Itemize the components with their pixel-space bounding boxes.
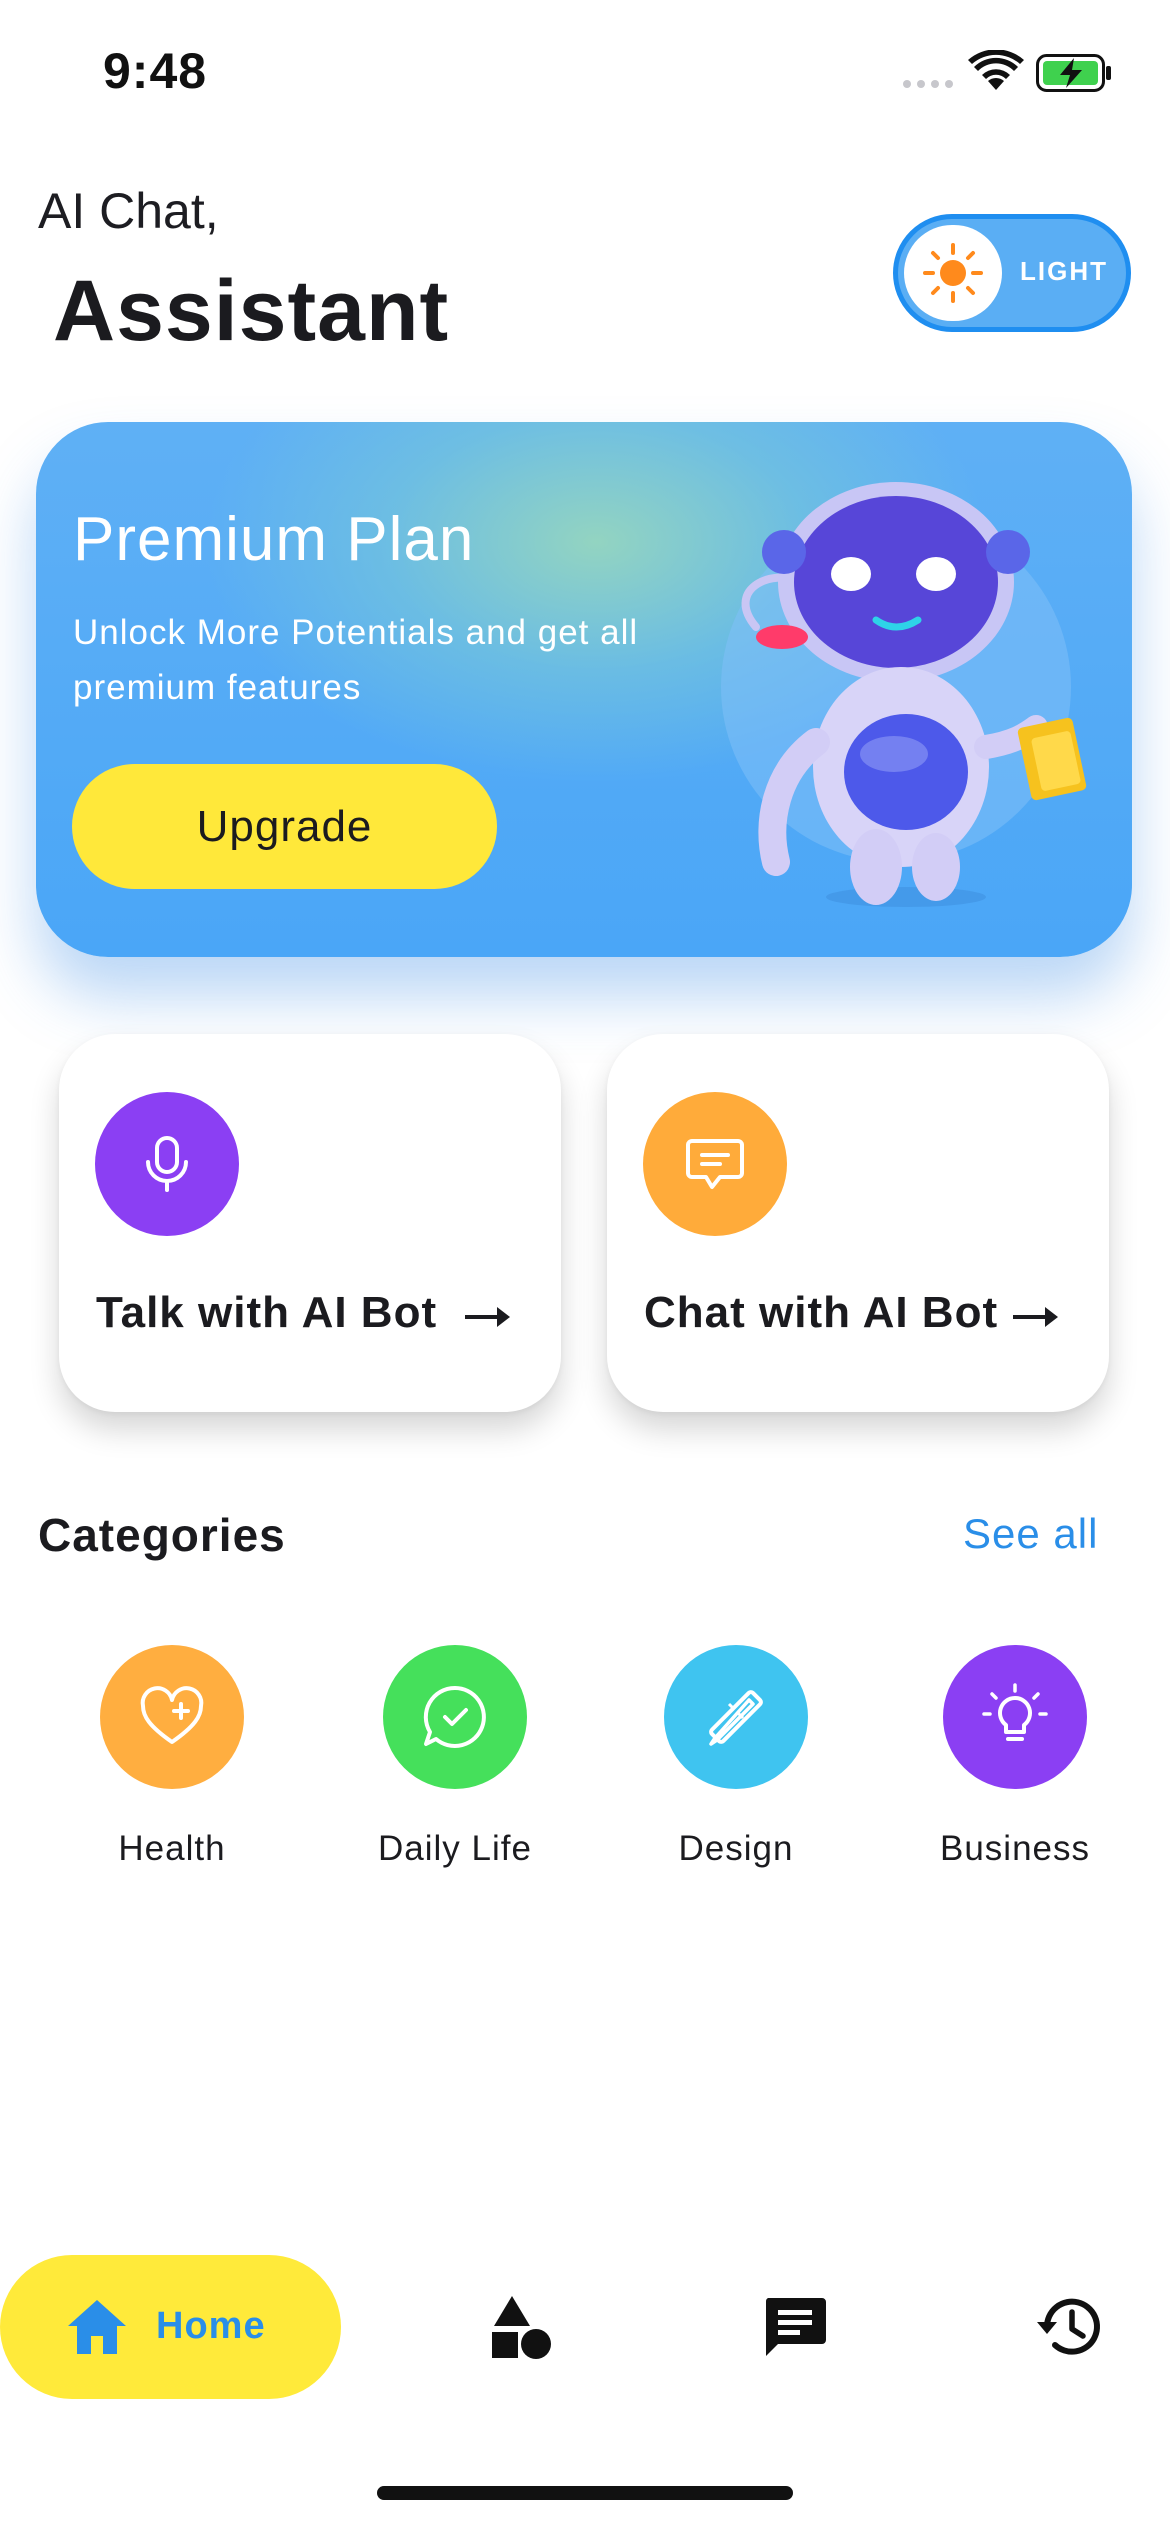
business-icon-circle <box>943 1645 1087 1789</box>
category-business[interactable]: Business <box>895 1645 1135 1875</box>
robot-illustration <box>721 482 1087 907</box>
nav-home-label: Home <box>156 2305 266 2347</box>
talk-with-ai-bot-label: Talk with AI Bot <box>96 1288 438 1337</box>
premium-plan-card[interactable]: Premium Plan Unlock More Potentials and … <box>36 422 1132 957</box>
category-label: Design <box>678 1829 794 1868</box>
see-all-link[interactable]: See all <box>963 1510 1098 1558</box>
ruler-pencil-icon <box>709 1690 763 1746</box>
chat-with-ai-bot-label: Chat with AI Bot <box>644 1288 999 1337</box>
arrow-right-icon <box>465 1307 510 1327</box>
category-label: Business <box>939 1829 1091 1868</box>
category-label: Daily Life <box>378 1829 532 1868</box>
chat-with-ai-bot-card[interactable]: Chat with AI Bot <box>607 1034 1109 1412</box>
talk-icon-circle <box>95 1092 239 1236</box>
home-icon <box>68 2300 126 2354</box>
theme-toggle[interactable]: LIGHT <box>893 214 1131 332</box>
cellular-signal-icon <box>903 80 953 88</box>
categories-title: Categories <box>38 1509 286 1561</box>
nav-home-button[interactable]: Home <box>0 2255 341 2399</box>
chat-bubble-icon <box>686 1139 744 1189</box>
design-icon-circle <box>664 1645 808 1789</box>
health-icon-circle <box>100 1645 244 1789</box>
premium-title: Premium Plan <box>73 505 475 574</box>
chat-icon-circle <box>643 1092 787 1236</box>
message-icon[interactable] <box>760 2292 830 2362</box>
history-icon[interactable] <box>1035 2292 1105 2362</box>
talk-with-ai-bot-card[interactable]: Talk with AI Bot <box>59 1034 561 1412</box>
lightbulb-icon <box>982 1683 1048 1741</box>
arrow-right-icon <box>1013 1307 1058 1327</box>
wifi-icon <box>968 50 1024 90</box>
theme-toggle-label: LIGHT <box>1020 256 1108 286</box>
app-screen: 9:48 AI Chat, Assistant LIGHT Premium Pl… <box>0 0 1170 2532</box>
category-daily-life[interactable]: Daily Life <box>335 1645 575 1875</box>
home-indicator <box>377 2486 793 2500</box>
bottom-navigation: Home <box>0 2255 1170 2400</box>
category-label: Health <box>118 1829 226 1868</box>
theme-knob <box>904 225 1002 321</box>
page-title: Assistant <box>53 263 450 359</box>
chat-check-icon <box>423 1685 486 1748</box>
upgrade-button[interactable]: Upgrade <box>72 764 497 889</box>
heart-plus-icon <box>140 1686 204 1744</box>
premium-subtitle: Unlock More Potentials and get all premi… <box>73 613 639 707</box>
category-design[interactable]: Design <box>616 1645 856 1875</box>
battery-charging-icon <box>1036 54 1111 92</box>
status-bar: 9:48 <box>0 0 1170 140</box>
daily-life-icon-circle <box>383 1645 527 1789</box>
microphone-icon <box>146 1136 188 1192</box>
header-greeting: AI Chat, <box>38 183 219 239</box>
shapes-icon[interactable] <box>486 2292 556 2362</box>
status-time: 9:48 <box>103 43 208 99</box>
sun-icon <box>923 243 983 303</box>
category-health[interactable]: Health <box>52 1645 292 1875</box>
